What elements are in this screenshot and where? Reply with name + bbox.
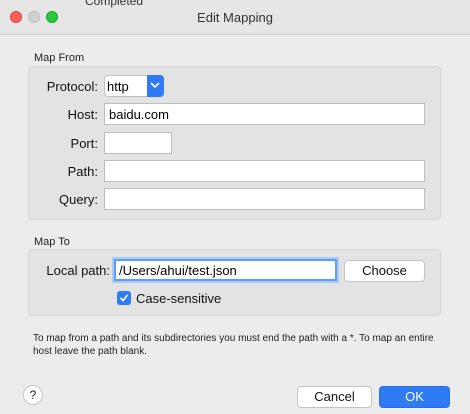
- protocol-label: Protocol:: [46, 79, 98, 94]
- query-field[interactable]: [104, 188, 425, 210]
- choose-button[interactable]: Choose: [344, 260, 425, 282]
- protocol-value: http: [107, 79, 129, 94]
- map-from-heading: Map From: [34, 52, 85, 64]
- background-window-text: Completed: [85, 0, 144, 8]
- port-label: Port:: [70, 136, 98, 151]
- case-sensitive-checkbox[interactable]: [117, 291, 131, 305]
- local-path-label: Local path:: [46, 263, 110, 278]
- map-to-heading: Map To: [34, 236, 70, 248]
- checkmark-icon: [119, 294, 129, 302]
- help-note: To map from a path and its subdirectorie…: [33, 333, 434, 357]
- ok-button[interactable]: OK: [379, 386, 450, 408]
- port-field[interactable]: [104, 132, 172, 154]
- help-button[interactable]: ?: [23, 385, 43, 405]
- path-field[interactable]: [104, 160, 425, 182]
- chevron-down-icon: [147, 75, 164, 97]
- window-title: Edit Mapping: [197, 10, 273, 25]
- host-label: Host:: [67, 107, 98, 122]
- case-sensitive-label: Case-sensitive: [136, 291, 222, 306]
- query-label: Query:: [58, 192, 98, 207]
- local-path-field[interactable]: /Users/ahui/test.json: [114, 259, 337, 281]
- cancel-button[interactable]: Cancel: [297, 386, 372, 408]
- host-field[interactable]: baidu.com: [104, 103, 425, 125]
- protocol-select[interactable]: http: [104, 75, 164, 97]
- path-label: Path:: [67, 164, 98, 179]
- title-bar: Completed Edit Mapping: [0, 0, 470, 35]
